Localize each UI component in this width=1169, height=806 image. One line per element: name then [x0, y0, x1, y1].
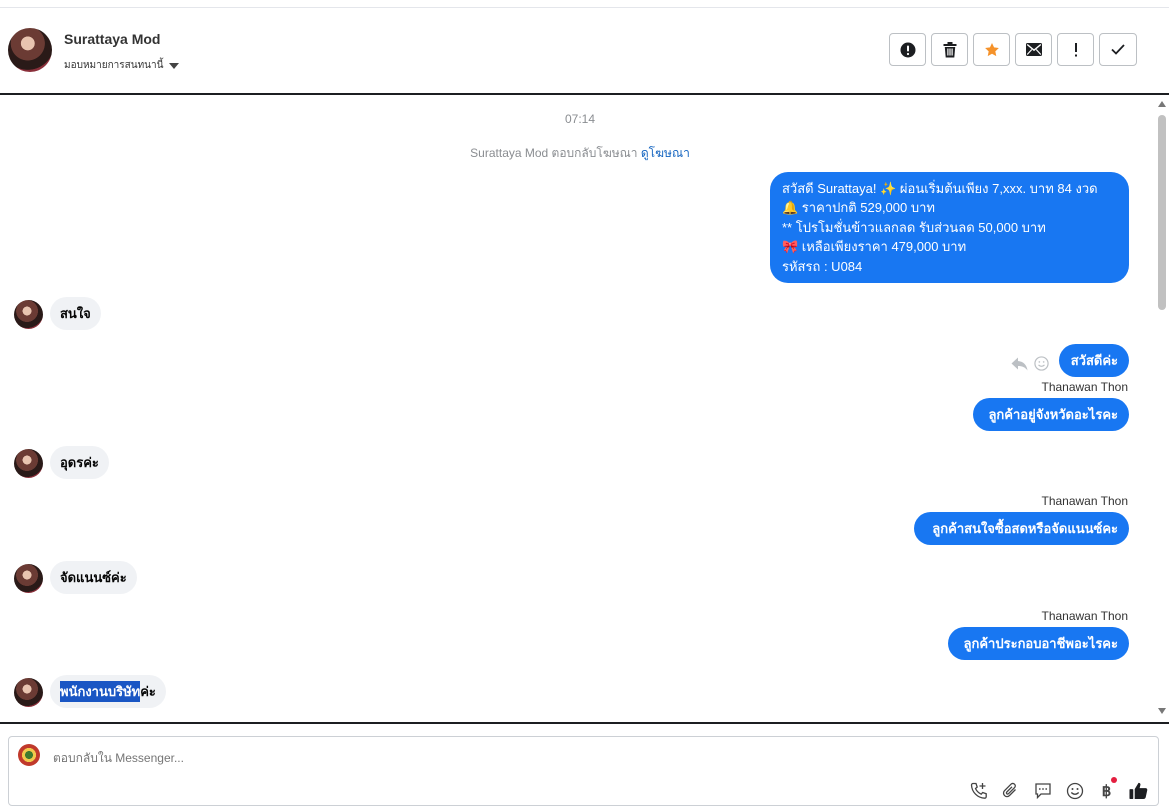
view-ad-link[interactable]: ดูโฆษณา [641, 146, 690, 160]
baht-symbol: ฿ [1101, 782, 1112, 800]
ad-reply-text: Surattaya Mod ตอบกลับโฆษณา [470, 146, 638, 160]
message-timestamp: 07:14 [564, 112, 596, 126]
promo-message-bubble[interactable]: สวัสดี Surattaya! ✨ ผ่อนเริ่มต้นเพียง 7,… [770, 172, 1129, 283]
baht-payment-icon[interactable]: ฿ [1097, 777, 1117, 800]
composer-divider [0, 722, 1169, 724]
star-button[interactable] [973, 33, 1010, 66]
react-emoji-icon[interactable] [1034, 356, 1049, 371]
emoji-icon[interactable] [1065, 781, 1084, 800]
message-input[interactable] [53, 751, 653, 765]
page-avatar [18, 744, 40, 766]
checkmark-icon [1111, 44, 1125, 55]
composer-toolbar: ฿ [969, 777, 1148, 800]
sender-name: Thanawan Thon [1041, 609, 1128, 623]
promo-line-4: 🎀 เหลือเพียงราคา 479,000 บาท [782, 239, 967, 255]
sender-avatar[interactable] [14, 678, 43, 707]
selected-text: พนักงานบริษัท [60, 681, 141, 702]
saved-reply-icon[interactable] [1033, 781, 1052, 800]
alert-circle-icon [900, 42, 915, 57]
incoming-message[interactable]: พนักงานบริษัท ค่ะ [50, 675, 166, 708]
reply-composer: ฿ [8, 736, 1159, 806]
ad-reply-notice: Surattaya Mod ตอบกลับโฆษณา ดูโฆษณา [0, 144, 1160, 163]
sender-avatar[interactable] [14, 564, 43, 593]
attachment-icon[interactable] [1001, 781, 1020, 800]
mark-unread-button[interactable] [1015, 33, 1052, 66]
assign-label: มอบหมายการสนทนานี้ [64, 60, 164, 71]
reply-icon[interactable] [1011, 357, 1028, 371]
envelope-icon [1025, 43, 1042, 56]
mark-done-button[interactable] [1099, 33, 1137, 66]
call-add-icon[interactable] [969, 781, 988, 800]
outgoing-message[interactable]: ลูกค้าสนใจซื้อสดหรือจัดแนนซ์คะ [914, 512, 1129, 545]
message-hover-actions [1011, 356, 1049, 371]
promo-line-5: รหัสรถ : U084 [782, 258, 863, 274]
scroll-up-arrow-icon[interactable] [1158, 101, 1166, 107]
mark-spam-button[interactable] [889, 33, 926, 66]
incoming-message[interactable]: จัดแนนซ์ค่ะ [50, 561, 137, 594]
incoming-message[interactable]: สนใจ [50, 297, 101, 330]
like-icon[interactable] [1129, 781, 1148, 800]
promo-line-1: สวัสดี Surattaya! ✨ ผ่อนเริ่มต้นเพียง 7,… [782, 180, 1098, 196]
outgoing-message[interactable]: ลูกค้าอยู่จังหวัดอะไรคะ [973, 398, 1129, 431]
sender-avatar[interactable] [14, 300, 43, 329]
incoming-message[interactable]: อุดรค่ะ [50, 446, 109, 479]
caret-down-icon [169, 62, 180, 69]
delete-button[interactable] [931, 33, 968, 66]
thread-scrollbar[interactable] [1155, 95, 1169, 722]
follow-up-button[interactable] [1057, 33, 1094, 66]
sender-avatar[interactable] [14, 449, 43, 478]
exclamation-icon [1074, 42, 1077, 56]
conversation-actions [889, 33, 1137, 66]
trash-icon [943, 41, 956, 57]
outgoing-message[interactable]: สวัสดีค่ะ [1059, 344, 1129, 377]
promo-line-3: ** โปรโมชั่นข้าวแลกลด รับส่วนลด 50,000 บ… [782, 219, 1046, 235]
scroll-down-arrow-icon[interactable] [1158, 708, 1166, 714]
notification-dot [1111, 777, 1117, 783]
promo-line-2: 🔔 ราคาปกติ 529,000 บาท [782, 200, 935, 216]
message-text: ค่ะ [140, 684, 156, 699]
outgoing-message[interactable]: ลูกค้าประกอบอาชีพอะไรคะ [948, 627, 1129, 660]
star-icon [984, 42, 999, 56]
sender-name: Thanawan Thon [1041, 380, 1128, 394]
contact-avatar[interactable] [8, 28, 52, 72]
assign-conversation-dropdown[interactable]: มอบหมายการสนทนานี้ [64, 58, 180, 73]
contact-name[interactable]: Surattaya Mod [64, 31, 160, 47]
scroll-thumb[interactable] [1158, 115, 1166, 310]
sender-name: Thanawan Thon [1041, 494, 1128, 508]
